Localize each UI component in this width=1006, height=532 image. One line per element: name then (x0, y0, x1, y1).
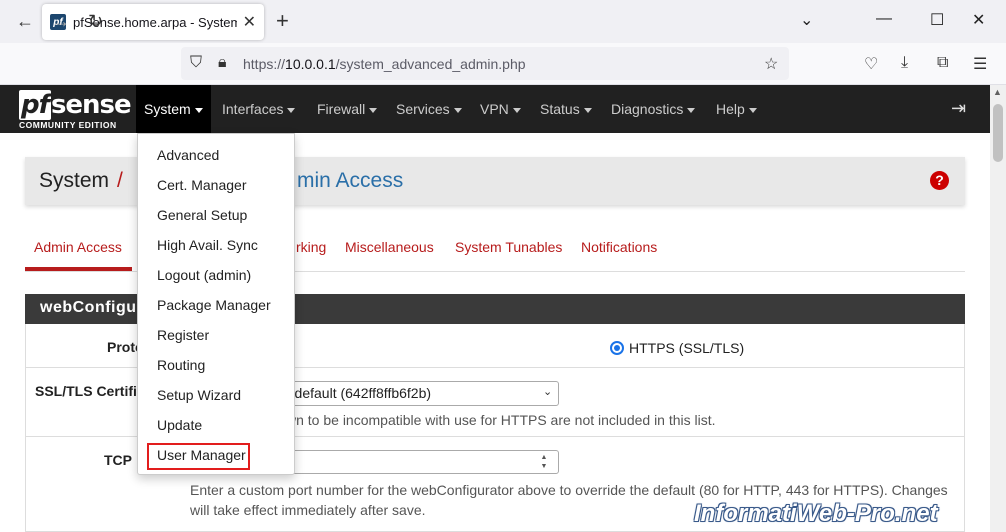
tab-list-chevron-icon[interactable]: ⌄ (800, 10, 813, 30)
lock-icon[interactable]: 🔒︎ (218, 54, 227, 72)
menu-item-update[interactable]: Update (157, 417, 202, 433)
breadcrumb-separator: / (117, 169, 123, 192)
menu-item-routing[interactable]: Routing (157, 357, 205, 373)
menu-item-advanced[interactable]: Advanced (157, 147, 219, 163)
menu-system[interactable]: System (136, 85, 211, 133)
highlight-box (147, 443, 250, 470)
watermark: InformatiWeb-Pro.net (694, 500, 938, 527)
caret-down-icon (748, 107, 757, 113)
maximize-icon[interactable]: ☐ (930, 10, 944, 30)
tcp-help-text-1: Enter a custom port number for the webCo… (190, 482, 948, 498)
menu-item-cert-manager[interactable]: Cert. Manager (157, 177, 246, 193)
caret-down-icon (687, 107, 696, 113)
menu-diagnostics[interactable]: Diagnostics (603, 85, 703, 133)
tcp-help-text-2: will take effect immediately after save. (190, 502, 426, 518)
download-icon[interactable]: ⤓ (901, 54, 908, 72)
menu-item-register[interactable]: Register (157, 327, 209, 343)
close-tab-icon[interactable]: ✕ (243, 12, 256, 32)
back-icon[interactable]: ← (16, 10, 34, 32)
menu-help[interactable]: Help (708, 85, 765, 133)
caret-down-icon (583, 107, 592, 113)
tab-networking[interactable]: rking (296, 239, 326, 255)
menu-services[interactable]: Services (388, 85, 470, 133)
caret-down-icon (512, 107, 521, 113)
help-question-icon[interactable]: ? (930, 171, 949, 190)
caret-down-icon (369, 107, 378, 113)
bookmark-star-icon[interactable]: ☆ (764, 54, 778, 74)
extensions-icon[interactable]: ⧉ (937, 54, 948, 72)
shield-icon[interactable]: ⛉ (190, 54, 202, 72)
tab-miscellaneous[interactable]: Miscellaneous (345, 239, 434, 255)
logout-icon[interactable]: ⇥ (951, 98, 966, 119)
url-text[interactable]: https://10.0.0.1/system_advanced_admin.p… (243, 56, 526, 72)
reload-icon[interactable]: ↻ (88, 10, 103, 32)
caret-down-icon (287, 107, 296, 113)
menu-item-high-avail-sync[interactable]: High Avail. Sync (157, 237, 258, 253)
tab-notifications[interactable]: Notifications (581, 239, 657, 255)
menu-item-general-setup[interactable]: General Setup (157, 207, 247, 223)
browser-tab[interactable]: pf pfSense.home.arpa - System: Advanced … (42, 4, 264, 40)
new-tab-icon[interactable]: + (276, 9, 289, 33)
caret-down-icon (194, 107, 203, 113)
https-radio-label[interactable]: HTTPS (SSL/TLS) (629, 340, 744, 356)
menu-item-setup-wizard[interactable]: Setup Wizard (157, 387, 241, 403)
page-title: min Access (297, 169, 404, 192)
pfsense-logo[interactable]: pfsense COMMUNITY EDITION (19, 90, 132, 130)
scroll-up-icon[interactable]: ▲ (993, 87, 1002, 97)
scrollbar-thumb[interactable] (993, 104, 1003, 162)
menu-item-logout[interactable]: Logout (admin) (157, 267, 251, 283)
ssl-certificate-label: SSL/TLS Certific (35, 383, 145, 399)
ssl-certificate-value: r default (642ff8ffb6f2b) (286, 385, 432, 401)
https-radio[interactable] (610, 341, 624, 355)
panel-title: webConfigu (40, 299, 137, 316)
chevron-down-icon: ⌄ (543, 386, 553, 398)
caret-down-icon (453, 107, 462, 113)
menu-status[interactable]: Status (532, 85, 600, 133)
breadcrumb-section[interactable]: System (39, 169, 109, 193)
menu-firewall[interactable]: Firewall (309, 85, 385, 133)
menu-icon[interactable]: ☰ (973, 54, 987, 74)
pocket-icon[interactable]: ♡ (864, 54, 878, 74)
spinner-arrows-icon[interactable]: ▲ ▼ (537, 453, 551, 471)
forward-icon[interactable]: → (52, 10, 70, 32)
menu-item-package-manager[interactable]: Package Manager (157, 297, 271, 313)
minimize-icon[interactable]: — (876, 10, 892, 28)
tcp-port-label: TCP (104, 452, 132, 468)
tab-admin-access[interactable]: Admin Access (34, 239, 122, 255)
tab-system-tunables[interactable]: System Tunables (455, 239, 562, 255)
window-close-icon[interactable]: ✕ (972, 10, 985, 30)
ssl-help-text: wn to be incompatible with use for HTTPS… (286, 412, 716, 428)
menu-vpn[interactable]: VPN (472, 85, 529, 133)
menu-interfaces[interactable]: Interfaces (214, 85, 303, 133)
